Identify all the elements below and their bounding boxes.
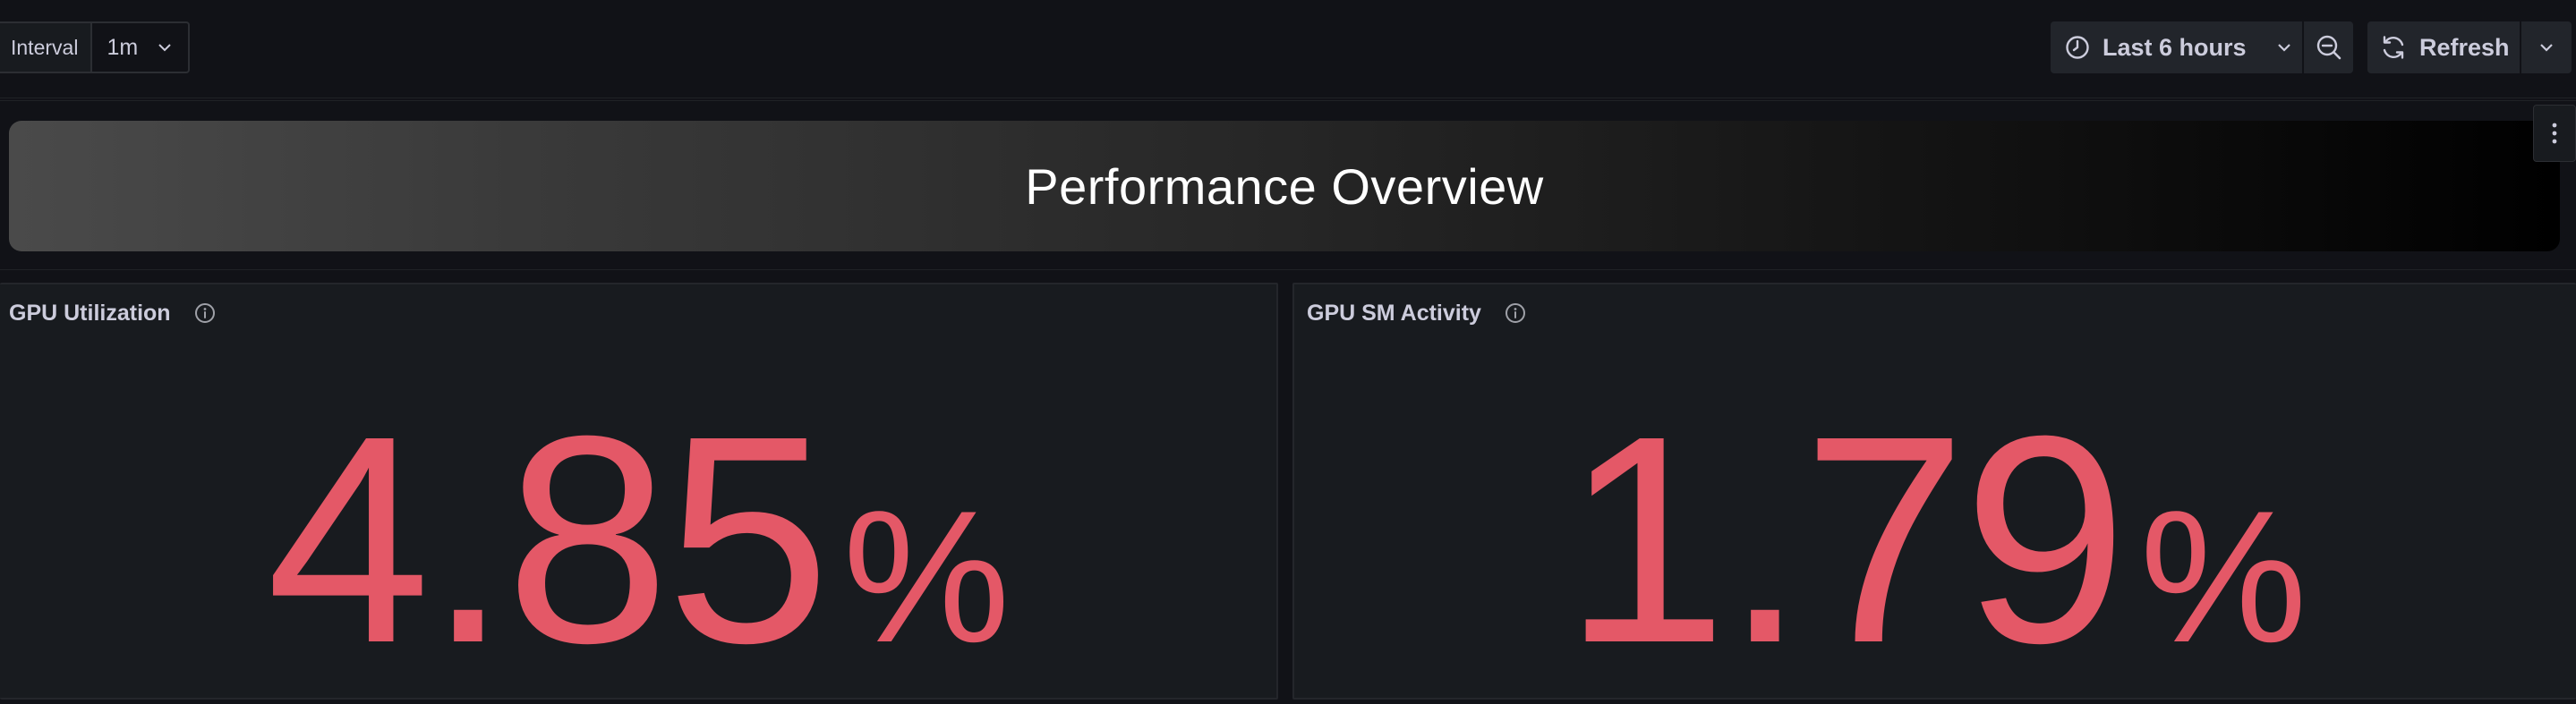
overview-banner: Performance Overview <box>9 121 2560 251</box>
stat-number: 1.79 <box>1563 374 2127 704</box>
info-circle-icon[interactable] <box>194 302 216 324</box>
stat-number: 4.85 <box>266 374 830 704</box>
time-range-picker: Last 6 hours <box>2051 21 2353 73</box>
banner-title: Performance Overview <box>1025 157 1544 215</box>
zoom-out-icon <box>2316 34 2342 61</box>
refresh-label: Refresh <box>2419 33 2510 61</box>
time-range-label: Last 6 hours <box>2103 33 2247 61</box>
panel-title: GPU Utilization <box>9 300 171 326</box>
refresh-icon <box>2380 34 2407 61</box>
refresh-interval-dropdown[interactable] <box>2520 21 2572 73</box>
stat-value: 1.79 % <box>1294 392 2576 687</box>
interval-label: Interval <box>0 23 93 72</box>
interval-variable: Interval 1m <box>0 21 191 73</box>
refresh-button[interactable]: Refresh <box>2367 21 2520 73</box>
stat-panel-gpu-utilization: GPU Utilization 4.85 % <box>0 283 1278 700</box>
panel-menu-button[interactable] <box>2533 105 2576 162</box>
chevron-down-icon <box>158 43 172 52</box>
stat-unit: % <box>842 471 1011 682</box>
stat-value: 4.85 % <box>0 392 1276 687</box>
interval-value: 1m <box>107 34 139 60</box>
interval-select[interactable]: 1m <box>92 23 189 72</box>
panel-header: GPU Utilization <box>9 297 216 329</box>
stat-unit: % <box>2139 471 2307 682</box>
panel-title: GPU SM Activity <box>1307 300 1481 326</box>
panel-header: GPU SM Activity <box>1307 297 1526 329</box>
text-panel: Performance Overview <box>0 100 2576 270</box>
info-circle-icon[interactable] <box>1505 302 1526 324</box>
refresh-picker: Refresh <box>2367 21 2572 73</box>
zoom-out-button[interactable] <box>2302 21 2353 73</box>
chevron-down-icon <box>2539 43 2554 52</box>
time-range-button[interactable]: Last 6 hours <box>2051 21 2302 73</box>
dashboard-toolbar: Interval 1m Last 6 hours Refresh <box>0 0 2576 98</box>
clock-icon <box>2065 35 2090 60</box>
kebab-menu-icon <box>2552 122 2557 145</box>
stat-panel-gpu-sm-activity: GPU SM Activity 1.79 % <box>1292 283 2576 700</box>
chevron-down-icon <box>2277 43 2291 52</box>
